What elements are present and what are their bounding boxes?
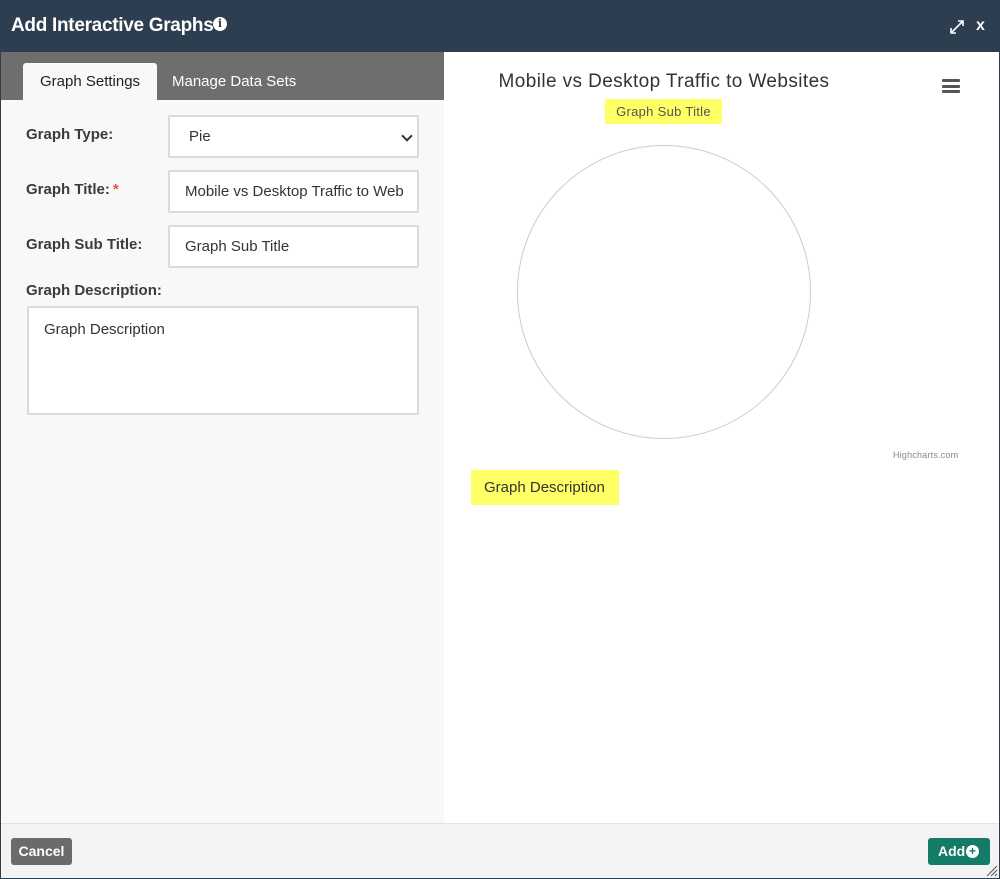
chart-subtitle: Graph Sub Title — [605, 99, 722, 124]
graph-type-select[interactable]: Pie — [168, 115, 419, 158]
dialog-titlebar: Add Interactive Graphs i x — [1, 1, 999, 52]
graph-description-label: Graph Description: — [26, 282, 162, 299]
graph-title-label: Graph Title: * — [26, 181, 119, 198]
chart-preview-pane: Mobile vs Desktop Traffic to Websites Gr… — [444, 52, 999, 823]
dialog-footer: Cancel Add + — [1, 823, 999, 878]
highcharts-credits[interactable]: Highcharts.com — [893, 450, 958, 460]
settings-pane: Graph Settings Manage Data Sets Graph Ty… — [1, 52, 444, 823]
graph-description-value: Graph Description — [44, 321, 165, 338]
graph-description-textarea[interactable]: Graph Description — [27, 306, 419, 415]
graph-type-value: Pie — [189, 128, 211, 145]
add-button-label: Add — [938, 843, 966, 859]
chart-description: Graph Description — [471, 470, 619, 505]
required-asterisk: * — [112, 181, 119, 198]
close-button[interactable]: x — [976, 17, 985, 35]
graph-type-label: Graph Type: — [26, 126, 114, 143]
dialog-title: Add Interactive Graphs — [11, 15, 214, 36]
graph-title-input[interactable]: Mobile vs Desktop Traffic to Web — [168, 170, 419, 213]
graph-subtitle-label: Graph Sub Title: — [26, 236, 143, 253]
plus-circle-icon: + — [966, 845, 979, 858]
info-icon[interactable]: i — [213, 17, 227, 31]
expand-icon[interactable] — [949, 19, 965, 35]
graph-title-label-text: Graph Title: — [26, 181, 110, 198]
add-interactive-graphs-dialog: Add Interactive Graphs i x Graph Setting… — [0, 0, 1000, 879]
add-button[interactable]: Add + — [928, 838, 990, 865]
tab-bar: Graph Settings Manage Data Sets — [1, 52, 444, 100]
cancel-button[interactable]: Cancel — [11, 838, 72, 865]
chevron-down-icon — [401, 130, 413, 142]
graph-subtitle-value: Graph Sub Title — [185, 238, 290, 255]
graph-subtitle-input[interactable]: Graph Sub Title — [168, 225, 419, 268]
resize-grip-icon[interactable] — [986, 865, 998, 877]
hamburger-icon[interactable] — [942, 79, 960, 93]
tab-manage-data-sets[interactable]: Manage Data Sets — [155, 63, 313, 100]
tab-graph-settings[interactable]: Graph Settings — [23, 63, 158, 100]
graph-title-value: Mobile vs Desktop Traffic to Web — [185, 183, 404, 200]
pie-chart — [517, 145, 811, 439]
chart-title: Mobile vs Desktop Traffic to Websites — [498, 71, 830, 92]
pie-outline — [517, 145, 811, 439]
